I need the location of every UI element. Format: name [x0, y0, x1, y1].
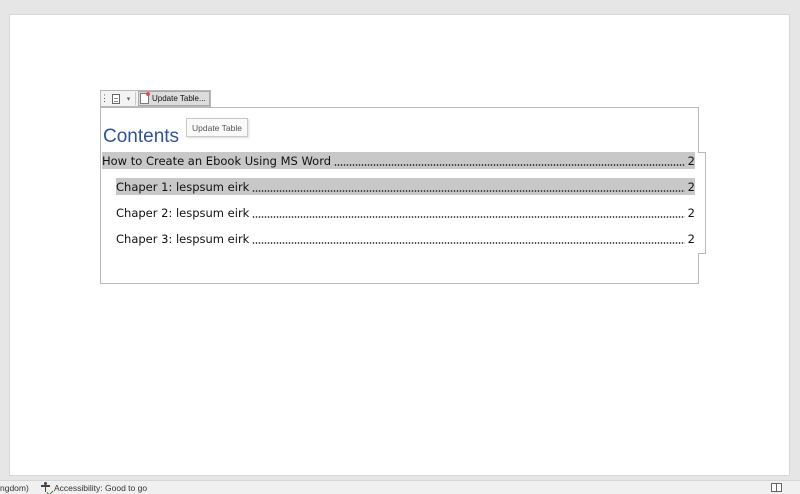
- update-table-label: Update Table...: [152, 94, 206, 103]
- toc-entry-level2[interactable]: Chaper 3: lespsum eirk 2: [116, 230, 695, 247]
- toc-entry-text: Chaper 2: lespsum eirk: [116, 205, 250, 220]
- toc-page-number: 2: [687, 153, 695, 168]
- toc-page-number: 2: [687, 179, 695, 194]
- read-mode-icon[interactable]: [771, 483, 782, 492]
- update-table-icon: [140, 92, 150, 104]
- toc-heading: Contents: [103, 126, 180, 147]
- accessibility-status-label: Accessibility: Good to go: [54, 482, 148, 493]
- toc-dot-leader: [252, 180, 685, 192]
- update-table-tooltip: Update Table: [186, 118, 248, 137]
- toc-entry-level1[interactable]: How to Create an Ebook Using MS Word 2: [102, 152, 695, 169]
- toc-toolbar: ⋮ ▾ Update Table...: [100, 90, 211, 107]
- update-table-button[interactable]: Update Table...: [138, 91, 210, 106]
- toc-page-number: 2: [687, 205, 695, 220]
- toc-entry-text: Chaper 3: lespsum eirk: [116, 231, 250, 246]
- toc-frame-side-tab: [698, 152, 706, 254]
- status-bar: ngdom) Accessibility: Good to go: [0, 480, 800, 494]
- toc-page-number: 2: [687, 231, 695, 246]
- toc-entry-text: Chaper 1: lespsum eirk: [116, 179, 250, 194]
- toc-dot-leader: [252, 206, 685, 218]
- vertical-grip-icon[interactable]: ⋮: [100, 91, 109, 106]
- toolbar-divider: [135, 92, 136, 105]
- language-indicator[interactable]: ngdom): [0, 483, 29, 493]
- chevron-down-icon[interactable]: ▾: [124, 91, 133, 106]
- accessibility-check-icon: [40, 482, 54, 494]
- accessibility-status[interactable]: Accessibility: Good to go: [40, 482, 148, 494]
- table-of-contents-icon[interactable]: [108, 91, 124, 106]
- toc-entry-text: How to Create an Ebook Using MS Word: [102, 153, 332, 168]
- toc-entry-level2[interactable]: Chaper 2: lespsum eirk 2: [116, 204, 695, 221]
- toc-dot-leader: [334, 154, 685, 166]
- toc-entry-level2[interactable]: Chaper 1: lespsum eirk 2: [116, 178, 695, 195]
- toc-dot-leader: [252, 232, 685, 244]
